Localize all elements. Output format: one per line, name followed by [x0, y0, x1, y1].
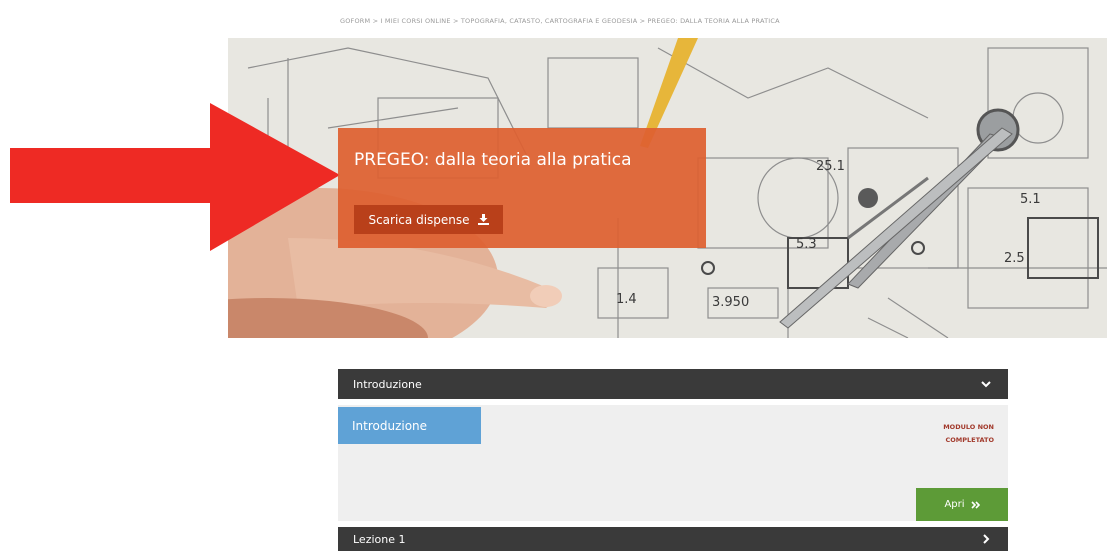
- breadcrumb[interactable]: GOFORM > I MIEI CORSI ONLINE > TOPOGRAFI…: [340, 17, 1080, 25]
- module-tab-introduzione[interactable]: Introduzione: [338, 407, 481, 444]
- drawing-label: 3.950: [712, 295, 749, 310]
- open-button-label: Apri: [944, 499, 965, 510]
- module-panel: Introduzione MODULO NON COMPLETATO Apri: [338, 405, 1008, 521]
- drawing-label: 1.4: [616, 292, 637, 307]
- section-title: Introduzione: [353, 377, 422, 391]
- section-introduzione-header[interactable]: Introduzione: [338, 369, 1008, 399]
- open-module-button[interactable]: Apri: [916, 488, 1008, 521]
- course-title: PREGEO: dalla teoria alla pratica: [354, 150, 632, 170]
- section-lezione-1-header[interactable]: Lezione 1: [338, 527, 1008, 551]
- download-button-label: Scarica dispense: [368, 212, 470, 227]
- drawing-label: 2.5: [1004, 251, 1025, 266]
- chevron-right-icon: [983, 534, 990, 544]
- red-arrow-icon: [10, 103, 340, 251]
- download-icon: [477, 214, 489, 225]
- section-title: Lezione 1: [353, 532, 406, 546]
- chevron-down-icon: [981, 381, 991, 388]
- drawing-label: 25.1: [816, 159, 845, 174]
- course-title-box: PREGEO: dalla teoria alla pratica Scaric…: [338, 128, 706, 248]
- drawing-label: 5.3: [796, 237, 817, 252]
- module-status-badge: MODULO NON COMPLETATO: [943, 423, 994, 444]
- download-materials-button[interactable]: Scarica dispense: [354, 205, 503, 234]
- drawing-label: 5.1: [1020, 192, 1041, 207]
- double-chevron-right-icon: [970, 500, 980, 509]
